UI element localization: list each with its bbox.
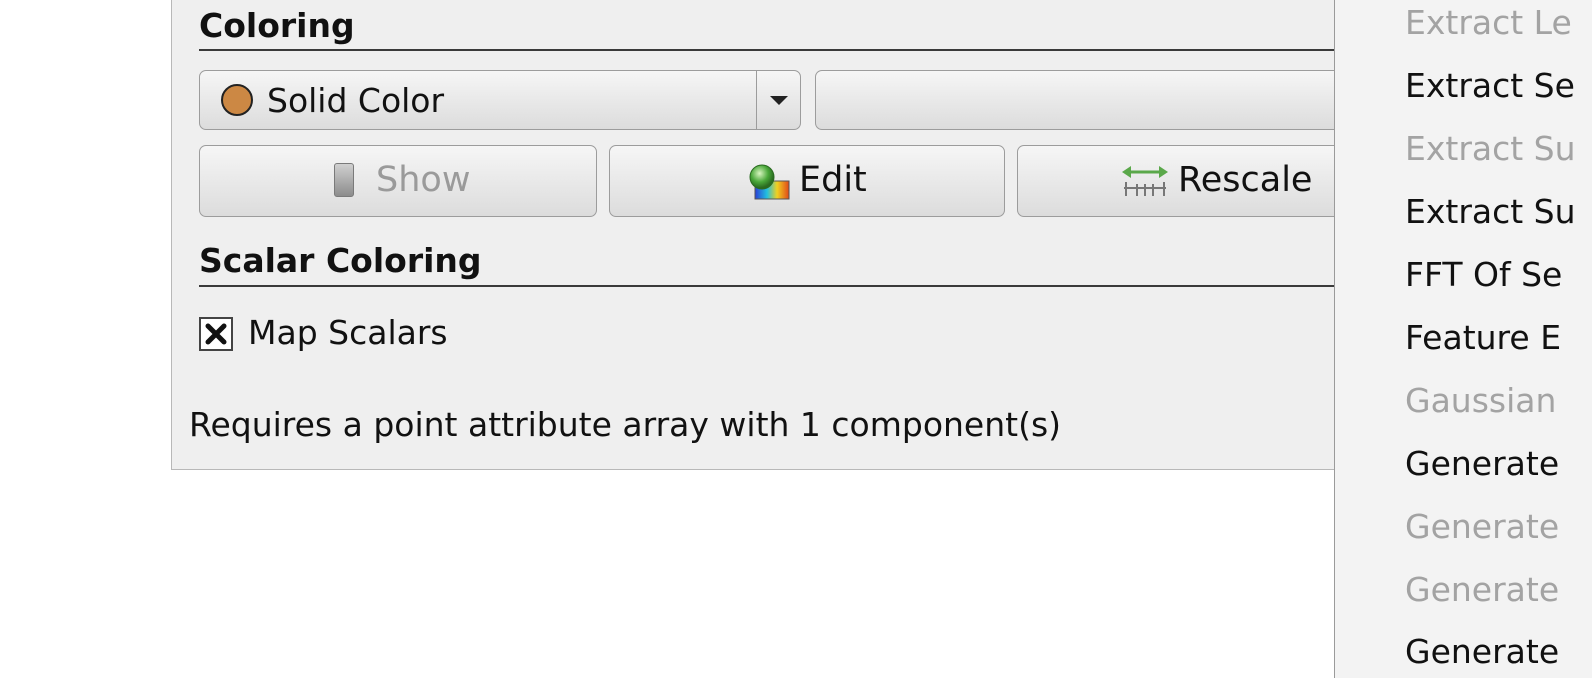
menu-item-generate-4[interactable]: Generate (1405, 635, 1559, 668)
menu-item-feature-edges[interactable]: Feature E (1405, 321, 1561, 354)
checkmark-x-icon (205, 323, 227, 345)
color-mode-combobox[interactable]: Solid Color (199, 70, 801, 130)
menu-item-generate-2[interactable]: Generate (1405, 510, 1559, 543)
solid-color-swatch-icon (221, 84, 253, 116)
menu-item-extract-surface[interactable]: Extract Su (1405, 195, 1576, 228)
map-scalars-label[interactable]: Map Scalars (248, 313, 448, 352)
color-mode-label: Solid Color (267, 81, 445, 120)
chevron-down-icon[interactable] (770, 96, 788, 105)
rescale-button-label: Rescale (1178, 160, 1313, 200)
menu-item-extract-level[interactable]: Extract Le (1405, 6, 1572, 39)
combobox-separator (756, 71, 757, 129)
menu-item-extract-subset[interactable]: Extract Su (1405, 132, 1576, 165)
menu-item-generate-1[interactable]: Generate (1405, 447, 1559, 480)
edit-color-map-button[interactable]: Edit (609, 145, 1005, 217)
scalar-coloring-section-divider (199, 285, 1410, 287)
edit-button-label: Edit (799, 160, 867, 200)
map-scalars-checkbox[interactable] (199, 317, 233, 351)
menu-item-generate-3[interactable]: Generate (1405, 573, 1559, 606)
show-button-label: Show (376, 160, 471, 200)
menu-item-gaussian[interactable]: Gaussian (1405, 384, 1556, 417)
coloring-section-title: Coloring (199, 6, 355, 45)
properties-panel: Coloring Solid Color Show Edit Rescale S… (171, 0, 1437, 470)
color-map-editor-icon (749, 164, 790, 200)
requirement-message: Requires a point attribute array with 1 … (189, 405, 1062, 444)
menu-item-extract-selection[interactable]: Extract Se (1405, 69, 1575, 102)
show-color-legend-button[interactable]: Show (199, 145, 597, 217)
screen: Coloring Solid Color Show Edit Rescale S… (0, 0, 1592, 678)
filters-popup-menu: Extract Le Extract Se Extract Su Extract… (1334, 0, 1592, 678)
menu-item-fft[interactable]: FFT Of Se (1405, 258, 1562, 291)
color-legend-icon (334, 163, 354, 197)
coloring-section-divider (199, 49, 1410, 51)
scalar-coloring-section-title: Scalar Coloring (199, 241, 482, 280)
rescale-arrows-icon (1122, 166, 1168, 196)
